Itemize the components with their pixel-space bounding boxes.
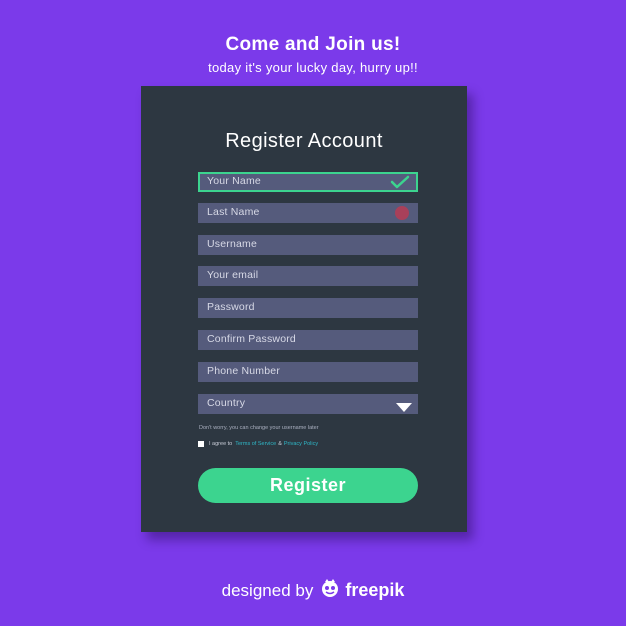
agree-row: I agree to Terms of Service & Privacy Po… — [198, 440, 318, 448]
country-placeholder: Country — [207, 397, 246, 409]
privacy-policy-link[interactable]: Privacy Policy — [284, 441, 318, 447]
username-placeholder: Username — [207, 238, 258, 250]
agree-ampersand: & — [278, 441, 282, 447]
register-card: Register Account Your Name Last Name Use… — [141, 86, 467, 532]
register-button[interactable]: Register — [198, 468, 418, 503]
email-placeholder: Your email — [207, 269, 259, 281]
caret-down-icon[interactable] — [396, 400, 412, 418]
phone-number-placeholder: Phone Number — [207, 365, 281, 377]
password-field[interactable]: Password — [198, 298, 418, 318]
username-hint: Don't worry, you can change your usernam… — [199, 425, 319, 431]
username-field[interactable]: Username — [198, 235, 418, 255]
country-select[interactable]: Country — [198, 394, 418, 414]
agree-checkbox[interactable] — [198, 441, 204, 447]
last-name-field[interactable]: Last Name — [198, 203, 418, 223]
credit-line: designed by freepik — [0, 578, 626, 603]
page-headline: Come and Join us! — [225, 34, 401, 55]
your-name-placeholder: Your Name — [207, 175, 261, 187]
check-icon — [390, 175, 410, 194]
confirm-password-field[interactable]: Confirm Password — [198, 330, 418, 350]
error-icon — [395, 206, 409, 220]
freepik-logo-icon — [319, 578, 341, 603]
confirm-password-placeholder: Confirm Password — [207, 333, 296, 345]
password-placeholder: Password — [207, 301, 255, 313]
credit-prefix: designed by — [221, 580, 314, 600]
your-name-field[interactable]: Your Name — [198, 172, 418, 192]
form-title: Register Account — [225, 130, 383, 152]
phone-number-field[interactable]: Phone Number — [198, 362, 418, 382]
page-subheadline: today it's your lucky day, hurry up!! — [208, 60, 418, 75]
email-field[interactable]: Your email — [198, 266, 418, 286]
credit-brand: freepik — [345, 580, 405, 600]
last-name-placeholder: Last Name — [207, 206, 260, 218]
agree-label: I agree to — [209, 441, 233, 447]
terms-of-service-link[interactable]: Terms of Service — [235, 441, 276, 447]
